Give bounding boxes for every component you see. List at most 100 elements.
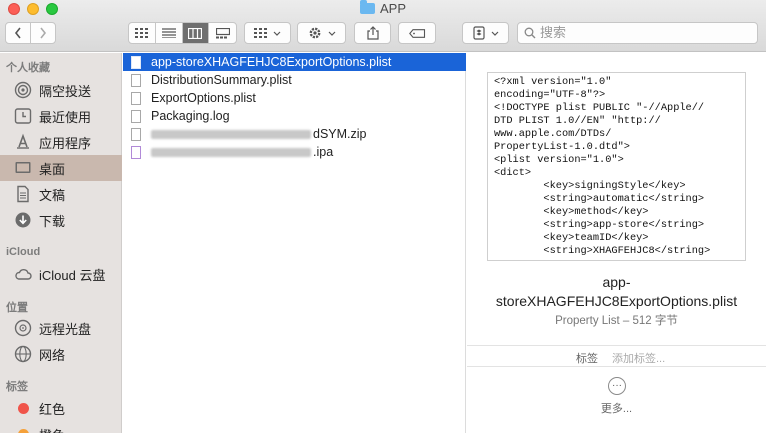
sidebar-heading-locations: 位置 (6, 302, 28, 314)
sidebar-item-icloud-drive[interactable]: iCloud 云盘 (0, 261, 122, 287)
download-icon (14, 211, 32, 229)
file-row[interactable]: dSYM.zip (123, 125, 466, 143)
grid-group-icon (254, 28, 267, 38)
grid-icon (135, 28, 149, 38)
sidebar-item-documents[interactable]: 文稿 (0, 181, 122, 207)
forward-button[interactable] (31, 23, 55, 43)
list-view-button[interactable] (156, 23, 183, 43)
obscured-file-name (151, 129, 311, 139)
plist-file-icon (131, 55, 141, 69)
search-icon (524, 27, 536, 39)
zip-file-icon (131, 127, 141, 141)
gear-icon (309, 27, 320, 39)
sidebar-heading-tags: 标签 (6, 381, 28, 393)
preview-name-line-1: app- (602, 274, 631, 290)
log-file-icon (131, 109, 141, 123)
navigation-buttons (5, 22, 56, 44)
chevron-down-icon (273, 31, 281, 36)
sidebar-item-applications[interactable]: 应用程序 (0, 129, 122, 155)
sidebar-item-tag-red[interactable]: 红色 (0, 395, 122, 421)
sidebar-item-airdrop[interactable]: 隔空投送 (0, 77, 122, 103)
file-column: app-storeXHAGFEHJC8ExportOptions.plist D… (123, 53, 466, 433)
preview-name-line-2: storeXHAGFEHJC8ExportOptions.plist (495, 293, 738, 309)
file-name-suffix: dSYM.zip (313, 127, 367, 141)
share-icon (366, 26, 379, 40)
sidebar-item-label: 隔空投送 (39, 83, 92, 99)
search-placeholder: 搜索 (540, 25, 567, 40)
sidebar-item-label: iCloud 云盘 (39, 267, 106, 283)
sidebar-item-label: 红色 (39, 401, 66, 417)
share-button[interactable] (354, 22, 391, 44)
file-row[interactable]: app-storeXHAGFEHJC8ExportOptions.plist (123, 53, 466, 71)
chevron-right-icon (40, 27, 46, 39)
dropbox-button[interactable] (462, 22, 509, 44)
tags-label: 标签 (576, 353, 598, 365)
preview-content: <?xml version="1.0" encoding="UTF-8"?> <… (494, 76, 711, 257)
network-icon (14, 345, 32, 363)
chevron-down-icon (491, 31, 498, 36)
file-row[interactable]: Packaging.log (123, 107, 466, 125)
cloud-icon (14, 265, 32, 283)
tag-dot-icon (14, 399, 32, 417)
sidebar-item-recents[interactable]: 最近使用 (0, 103, 122, 129)
columns-icon (188, 27, 203, 39)
sidebar-item-label: 远程光盘 (39, 321, 92, 337)
sidebar-item-label: 应用程序 (39, 135, 92, 151)
airdrop-icon (14, 81, 32, 99)
sidebar-item-label: 最近使用 (39, 109, 92, 125)
icon-view-button[interactable] (129, 23, 156, 43)
file-name: ExportOptions.plist (151, 91, 256, 105)
divider (467, 366, 766, 367)
file-row[interactable]: .ipa (123, 143, 466, 161)
window-title: APP (0, 0, 766, 16)
plist-file-icon (131, 91, 141, 105)
sidebar-item-network[interactable]: 网络 (0, 341, 122, 367)
sidebar-item-label: 下载 (39, 213, 66, 229)
folder-icon (359, 0, 375, 14)
disc-icon (14, 319, 32, 337)
documents-icon (14, 185, 32, 203)
sidebar-item-desktop[interactable]: 桌面 (0, 155, 122, 181)
group-by-button[interactable] (244, 22, 291, 44)
action-menu-button[interactable] (297, 22, 346, 44)
chevron-left-icon (14, 27, 21, 39)
file-row[interactable]: ExportOptions.plist (123, 89, 466, 107)
back-button[interactable] (6, 23, 31, 43)
divider (467, 345, 766, 346)
sidebar-heading-favorites: 个人收藏 (6, 62, 50, 74)
file-name: app-storeXHAGFEHJC8ExportOptions.plist (151, 55, 392, 69)
obscured-file-name (151, 147, 311, 157)
more-label[interactable]: 更多... (467, 400, 766, 416)
dropbox-icon (472, 26, 485, 40)
sidebar: 个人收藏 隔空投送 最近使用 应用程序 桌面 文稿 下载 iCloud iClo… (0, 53, 122, 433)
ipa-file-icon (131, 145, 141, 159)
sidebar-item-remote-disc[interactable]: 远程光盘 (0, 315, 122, 341)
chevron-down-icon (328, 31, 335, 36)
preview-file-name: app- storeXHAGFEHJC8ExportOptions.plist (467, 273, 766, 311)
column-view-button[interactable] (182, 23, 210, 43)
preview-pane: <?xml version="1.0" encoding="UTF-8"?> <… (467, 53, 766, 433)
applications-icon (14, 133, 32, 151)
sidebar-item-downloads[interactable]: 下载 (0, 207, 122, 233)
gallery-view-button[interactable] (209, 23, 236, 43)
ellipsis-icon: ··· (612, 380, 622, 391)
sidebar-item-label: 网络 (39, 347, 66, 363)
tag-icon (408, 28, 425, 38)
edit-tags-button[interactable] (398, 22, 436, 44)
toolbar: APP 搜索 (0, 0, 766, 52)
add-tags-field[interactable]: 添加标签... (612, 350, 665, 366)
file-preview-thumbnail: <?xml version="1.0" encoding="UTF-8"?> <… (487, 72, 746, 261)
file-row[interactable]: DistributionSummary.plist (123, 71, 466, 89)
view-mode-control (128, 22, 237, 44)
sidebar-item-tag-orange[interactable]: 橙色 (0, 421, 122, 433)
more-actions-button[interactable]: ··· (608, 377, 626, 395)
sidebar-item-label: 桌面 (39, 161, 66, 177)
sidebar-item-label: 文稿 (39, 187, 66, 203)
sidebar-heading-icloud: iCloud (6, 246, 41, 258)
desktop-icon (14, 159, 32, 177)
gallery-icon (215, 27, 230, 38)
search-input[interactable]: 搜索 (517, 22, 758, 44)
file-name: Packaging.log (151, 109, 230, 123)
preview-kind-size: Property List – 512 字节 (555, 315, 678, 327)
sidebar-item-label: 橙色 (39, 425, 65, 433)
